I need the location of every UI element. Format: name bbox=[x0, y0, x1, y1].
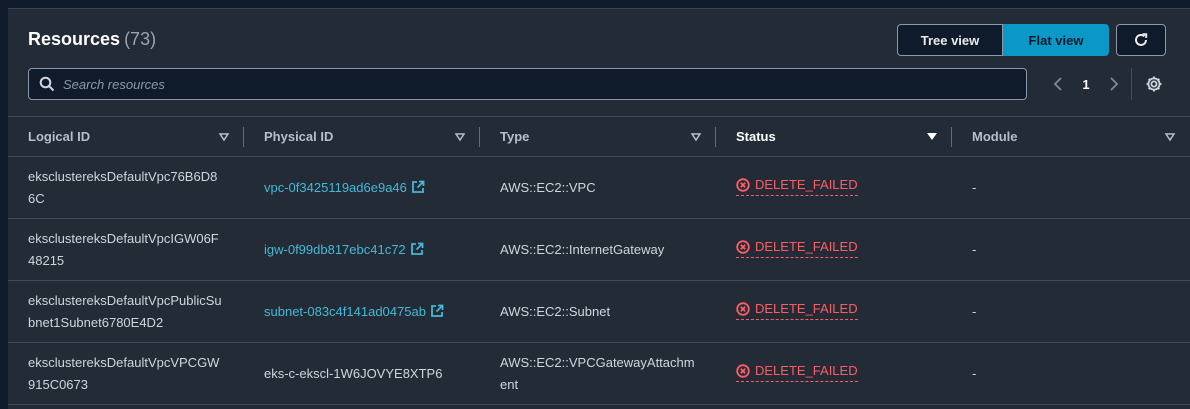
table-row: eksclustereksDefaultVpcIGW06F48215 igw-0… bbox=[8, 219, 1190, 281]
status-text: DELETE_FAILED bbox=[755, 177, 858, 192]
module-cell: - bbox=[972, 179, 977, 195]
chevron-right-icon bbox=[1110, 77, 1119, 91]
external-link-icon bbox=[431, 304, 444, 317]
type-cell: AWS::EC2::InternetGateway bbox=[500, 241, 665, 257]
status-cell: DELETE_FAILED bbox=[716, 343, 952, 405]
preferences-button[interactable] bbox=[1144, 74, 1164, 94]
column-header-module[interactable]: Module bbox=[952, 117, 1190, 157]
previous-page-button[interactable] bbox=[1050, 76, 1066, 92]
tree-view-button[interactable]: Tree view bbox=[897, 24, 1003, 56]
physical-id-text: igw-0f99db817ebc41c72 bbox=[264, 241, 406, 257]
refresh-button[interactable] bbox=[1116, 24, 1166, 56]
physical-id-link[interactable]: igw-0f99db817ebc41c72 bbox=[264, 242, 424, 257]
status-indicator[interactable]: DELETE_FAILED bbox=[736, 362, 858, 382]
resource-count: (73) bbox=[124, 29, 157, 49]
column-label: Logical ID bbox=[28, 129, 91, 144]
physical-id-cell: vpc-0f3425119ad6e9a46 bbox=[244, 157, 480, 219]
physical-id-cell: igw-0f99db817ebc41c72 bbox=[244, 219, 480, 281]
resources-panel: Resources (73) Tree view Flat view Searc… bbox=[8, 8, 1190, 409]
external-link-icon bbox=[410, 242, 424, 255]
column-header-status[interactable]: Status bbox=[716, 117, 952, 157]
column-label: Status bbox=[736, 129, 776, 144]
table-row: eksclustereksDefaultVpcVPCGW915C0673 eks… bbox=[8, 343, 1190, 405]
chevron-left-icon bbox=[1053, 77, 1062, 91]
settings-icon bbox=[1146, 76, 1162, 92]
title-text: Resources bbox=[28, 29, 121, 49]
status-indicator[interactable]: DELETE_FAILED bbox=[736, 176, 858, 196]
refresh-icon bbox=[1135, 33, 1148, 46]
search-input[interactable] bbox=[63, 76, 983, 92]
status-cell: DELETE_FAILED bbox=[716, 219, 952, 281]
column-header-logical-id[interactable]: Logical ID bbox=[8, 117, 244, 157]
resources-table: Logical ID Physical ID Type Status Modul… bbox=[8, 116, 1190, 405]
physical-id-cell: eks-c-ekscl-1W6JOVYE8XTP6 bbox=[264, 365, 443, 381]
type-cell: AWS::EC2::VPCGatewayAttachment bbox=[500, 354, 695, 392]
view-toggle: Tree view Flat view bbox=[897, 24, 1109, 56]
search-box bbox=[28, 68, 1027, 100]
status-text: DELETE_FAILED bbox=[755, 301, 858, 316]
status-indicator[interactable]: DELETE_FAILED bbox=[736, 300, 858, 320]
next-page-button[interactable] bbox=[1106, 76, 1122, 92]
logical-id-cell: eksclustereksDefaultVpcVPCGW915C0673 bbox=[28, 354, 220, 392]
sort-caret-icon bbox=[1164, 133, 1176, 142]
type-cell: AWS::EC2::Subnet bbox=[500, 303, 611, 319]
pager-divider bbox=[1131, 68, 1132, 100]
error-circle-icon bbox=[736, 178, 750, 192]
status-cell: DELETE_FAILED bbox=[716, 281, 952, 343]
physical-id-link[interactable]: vpc-0f3425119ad6e9a46 bbox=[264, 180, 425, 195]
module-cell: - bbox=[972, 241, 977, 257]
physical-id-text: subnet-083c4f141ad0475ab bbox=[264, 303, 426, 319]
logical-id-cell: eksclustereksDefaultVpc76B6D86C bbox=[28, 168, 218, 206]
column-label: Module bbox=[972, 129, 1018, 144]
column-header-type[interactable]: Type bbox=[480, 117, 716, 157]
physical-id-link[interactable]: subnet-083c4f141ad0475ab bbox=[264, 304, 444, 319]
column-label: Physical ID bbox=[264, 129, 334, 144]
flat-view-button[interactable]: Flat view bbox=[1003, 24, 1109, 56]
table-row: eksclustereksDefaultVpcPublicSubnet1Subn… bbox=[8, 281, 1190, 343]
table-header-row: Logical ID Physical ID Type Status Modul… bbox=[8, 116, 1190, 157]
status-cell: DELETE_FAILED bbox=[716, 157, 952, 219]
module-cell: - bbox=[972, 303, 977, 319]
error-circle-icon bbox=[736, 240, 750, 254]
type-cell: AWS::EC2::VPC bbox=[500, 179, 596, 195]
current-page-number[interactable]: 1 bbox=[1066, 77, 1106, 92]
sort-caret-icon bbox=[927, 133, 937, 140]
error-circle-icon bbox=[736, 364, 750, 378]
physical-id-cell: subnet-083c4f141ad0475ab bbox=[244, 281, 480, 343]
pagination: 1 bbox=[1050, 72, 1122, 96]
error-circle-icon bbox=[736, 302, 750, 316]
sort-caret-icon bbox=[454, 133, 466, 142]
table-row: eksclustereksDefaultVpc76B6D86C vpc-0f34… bbox=[8, 157, 1190, 219]
sort-caret-icon bbox=[690, 133, 702, 142]
status-text: DELETE_FAILED bbox=[755, 239, 858, 254]
external-link-icon bbox=[411, 180, 425, 193]
status-indicator[interactable]: DELETE_FAILED bbox=[736, 238, 858, 258]
resources-header: Resources (73) Tree view Flat view Searc… bbox=[8, 9, 1190, 115]
page-title: Resources (73) bbox=[28, 29, 156, 50]
logical-id-cell: eksclustereksDefaultVpcPublicSubnet1Subn… bbox=[28, 292, 222, 330]
physical-id-text: vpc-0f3425119ad6e9a46 bbox=[264, 179, 407, 195]
column-header-physical-id[interactable]: Physical ID bbox=[244, 117, 480, 157]
column-label: Type bbox=[500, 129, 530, 144]
search-icon bbox=[39, 76, 55, 92]
status-text: DELETE_FAILED bbox=[755, 363, 858, 378]
logical-id-cell: eksclustereksDefaultVpcIGW06F48215 bbox=[28, 230, 219, 268]
sort-caret-icon bbox=[218, 133, 230, 142]
module-cell: - bbox=[972, 365, 977, 381]
